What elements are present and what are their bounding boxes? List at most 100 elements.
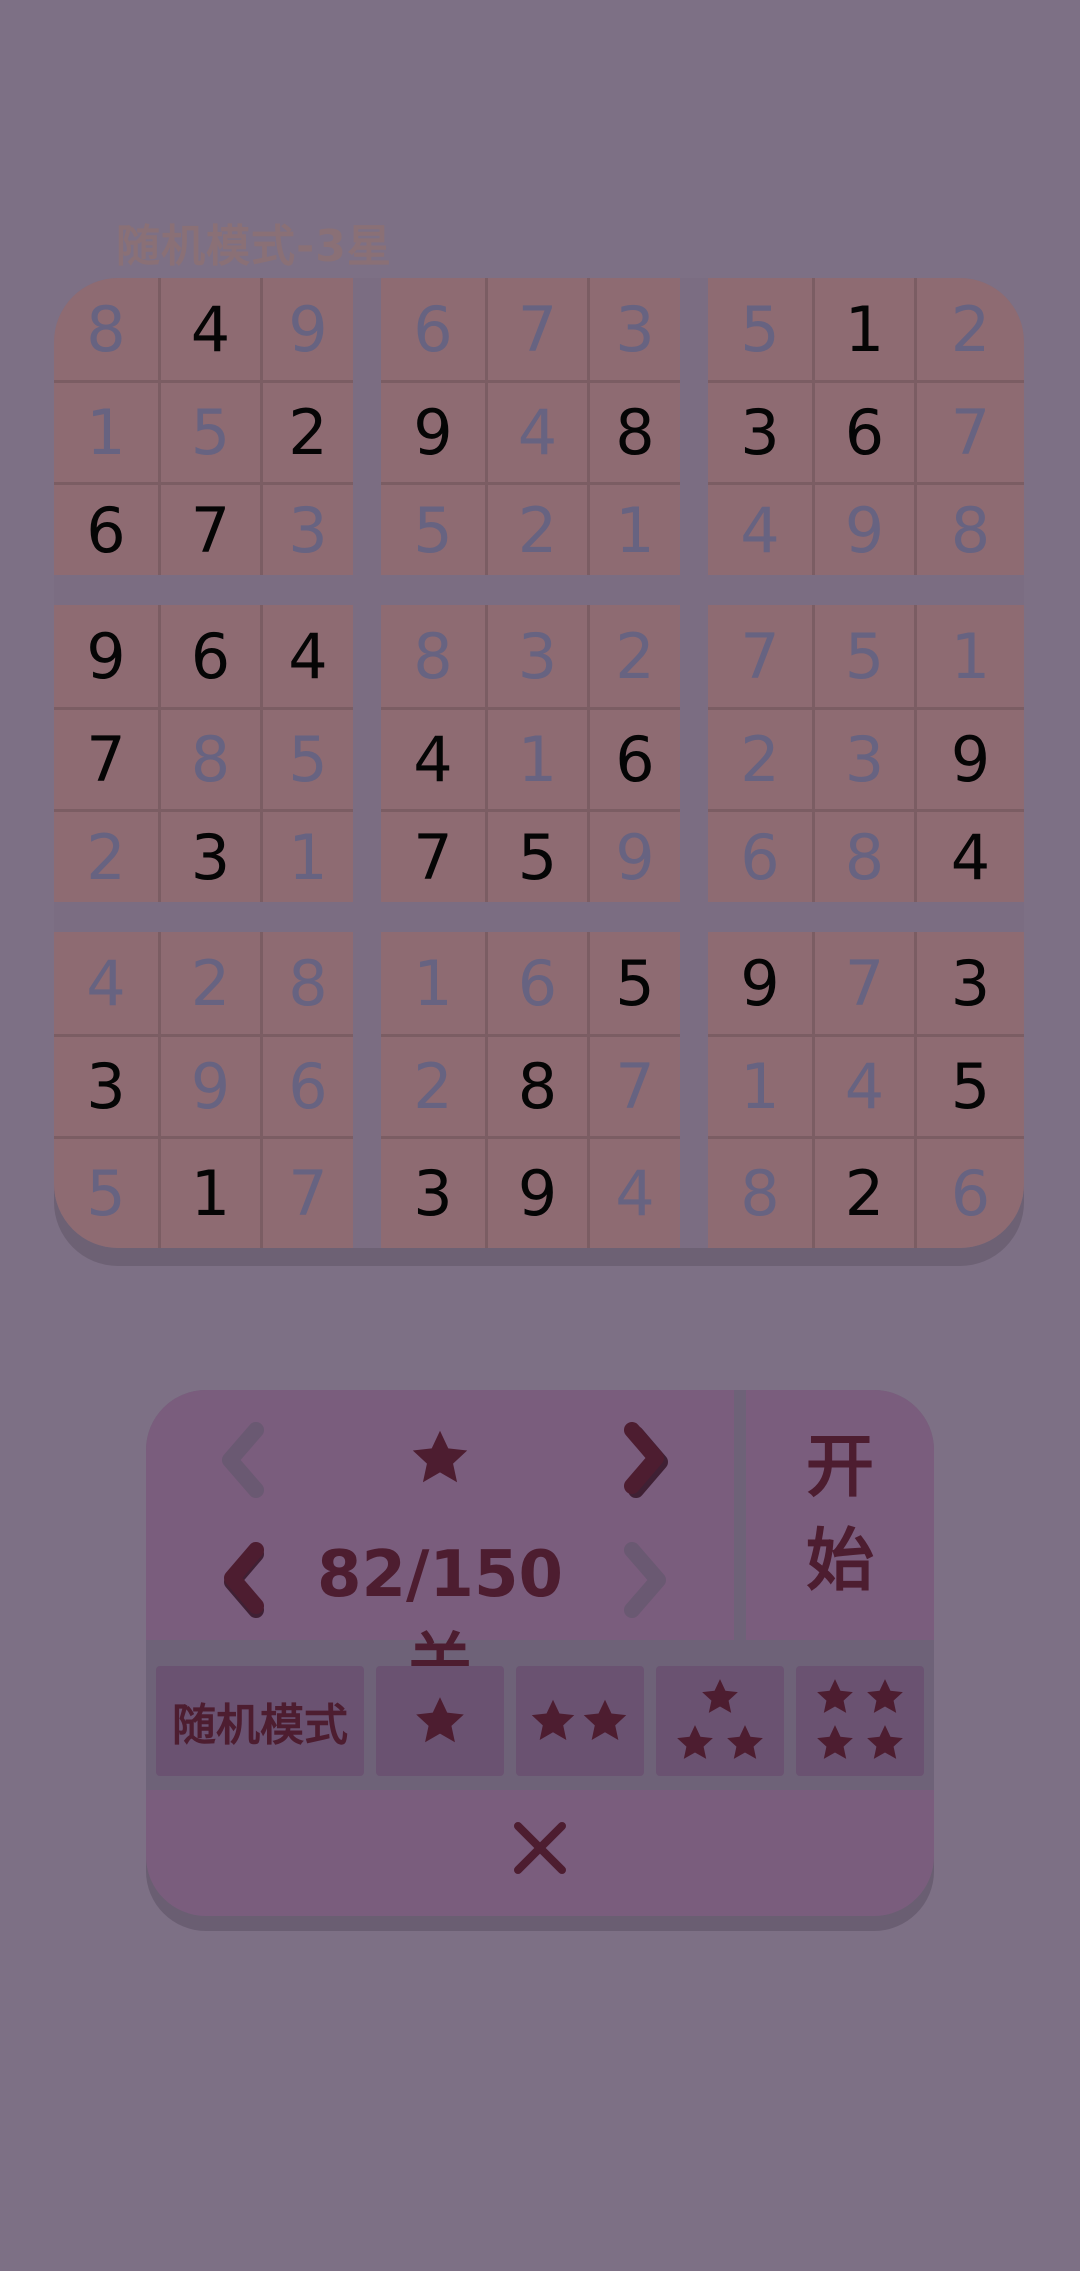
- level-next-arrow-icon[interactable]: [614, 1540, 674, 1620]
- sudoku-cell[interactable]: 2: [54, 812, 161, 902]
- mode-button-4[interactable]: [796, 1666, 924, 1776]
- sudoku-cell[interactable]: 2: [488, 485, 590, 575]
- sudoku-cell[interactable]: 3: [590, 278, 680, 383]
- close-button[interactable]: [146, 1790, 934, 1916]
- sudoku-cell[interactable]: 8: [263, 932, 353, 1037]
- sudoku-cell[interactable]: 4: [263, 605, 353, 710]
- sudoku-cell[interactable]: 9: [590, 812, 680, 902]
- sudoku-cell[interactable]: 6: [708, 812, 815, 902]
- sudoku-cell[interactable]: 5: [708, 278, 815, 383]
- sudoku-cell[interactable]: 7: [161, 485, 263, 575]
- sudoku-cell[interactable]: 3: [54, 1037, 161, 1139]
- sudoku-cell[interactable]: 2: [708, 710, 815, 812]
- sudoku-cell[interactable]: 8: [815, 812, 917, 902]
- sudoku-cell[interactable]: 7: [917, 383, 1024, 485]
- mode-button-1[interactable]: [376, 1666, 504, 1776]
- sudoku-cell[interactable]: 7: [488, 278, 590, 383]
- sudoku-cell[interactable]: 1: [161, 1139, 263, 1248]
- sudoku-cell[interactable]: 1: [708, 1037, 815, 1139]
- mode-button-2[interactable]: [516, 1666, 644, 1776]
- sudoku-cell[interactable]: 8: [590, 383, 680, 485]
- sudoku-cell[interactable]: 5: [815, 605, 917, 710]
- sudoku-cell[interactable]: 8: [708, 1139, 815, 1248]
- star-icon: [531, 1699, 575, 1740]
- sudoku-cell[interactable]: 6: [917, 1139, 1024, 1248]
- sudoku-cell[interactable]: 7: [708, 605, 815, 710]
- sudoku-board: 8496735121529483676735214989648327517854…: [54, 278, 1024, 1248]
- start-button[interactable]: 开 始: [746, 1390, 934, 1640]
- sudoku-cell[interactable]: 6: [263, 1037, 353, 1139]
- sudoku-cell[interactable]: 2: [263, 383, 353, 485]
- star-icon: [583, 1699, 627, 1740]
- sudoku-cell[interactable]: 5: [590, 932, 680, 1037]
- difficulty-star-icon: [408, 1426, 472, 1490]
- sudoku-cell[interactable]: 1: [381, 932, 488, 1037]
- sudoku-cell[interactable]: 5: [263, 710, 353, 812]
- sudoku-cell[interactable]: 6: [815, 383, 917, 485]
- sudoku-cell[interactable]: 3: [381, 1139, 488, 1248]
- sudoku-cell[interactable]: 1: [54, 383, 161, 485]
- sudoku-cell[interactable]: 4: [815, 1037, 917, 1139]
- sudoku-cell[interactable]: 7: [54, 710, 161, 812]
- sudoku-cell[interactable]: 5: [161, 383, 263, 485]
- sudoku-cell[interactable]: 6: [54, 485, 161, 575]
- sudoku-cell[interactable]: 9: [917, 710, 1024, 812]
- level-prev-arrow-icon[interactable]: [214, 1540, 274, 1620]
- sudoku-cell[interactable]: 1: [590, 485, 680, 575]
- sudoku-cell[interactable]: 4: [161, 278, 263, 383]
- sudoku-cell[interactable]: 2: [161, 932, 263, 1037]
- sudoku-cell[interactable]: 3: [708, 383, 815, 485]
- difficulty-prev-arrow-icon[interactable]: [214, 1420, 274, 1500]
- sudoku-cell[interactable]: 9: [381, 383, 488, 485]
- sudoku-cell[interactable]: 1: [488, 710, 590, 812]
- mode-button-0[interactable]: 随机模式: [156, 1666, 364, 1776]
- sudoku-cell[interactable]: 5: [488, 812, 590, 902]
- sudoku-cell[interactable]: 2: [917, 278, 1024, 383]
- sudoku-cell[interactable]: 6: [381, 278, 488, 383]
- sudoku-cell[interactable]: 3: [815, 710, 917, 812]
- mode-button-3[interactable]: [656, 1666, 784, 1776]
- sudoku-cell[interactable]: 9: [815, 485, 917, 575]
- sudoku-cell[interactable]: 8: [917, 485, 1024, 575]
- sudoku-cell[interactable]: 7: [263, 1139, 353, 1248]
- sudoku-cell[interactable]: 8: [54, 278, 161, 383]
- sudoku-cell[interactable]: 1: [917, 605, 1024, 710]
- sudoku-cell[interactable]: 9: [54, 605, 161, 710]
- sudoku-cell[interactable]: 1: [815, 278, 917, 383]
- sudoku-cell[interactable]: 9: [708, 932, 815, 1037]
- sudoku-cell[interactable]: 4: [381, 710, 488, 812]
- sudoku-cell[interactable]: 7: [590, 1037, 680, 1139]
- sudoku-cell[interactable]: 4: [917, 812, 1024, 902]
- sudoku-cell[interactable]: 9: [161, 1037, 263, 1139]
- sudoku-cell[interactable]: 1: [263, 812, 353, 902]
- star-icon: [817, 1679, 853, 1713]
- sudoku-cell[interactable]: 6: [161, 605, 263, 710]
- sudoku-cell[interactable]: 9: [263, 278, 353, 383]
- sudoku-cell[interactable]: 2: [590, 605, 680, 710]
- sudoku-cell[interactable]: 4: [590, 1139, 680, 1248]
- sudoku-cell[interactable]: 3: [263, 485, 353, 575]
- sudoku-cell[interactable]: 8: [381, 605, 488, 710]
- sudoku-cell[interactable]: 5: [381, 485, 488, 575]
- star-icon: [867, 1679, 903, 1713]
- sudoku-cell[interactable]: 5: [917, 1037, 1024, 1139]
- sudoku-cell[interactable]: 4: [54, 932, 161, 1037]
- sudoku-cell[interactable]: 3: [917, 932, 1024, 1037]
- sudoku-cell[interactable]: 6: [590, 710, 680, 812]
- sudoku-cell[interactable]: 9: [488, 1139, 590, 1248]
- sudoku-cell[interactable]: 4: [488, 383, 590, 485]
- sudoku-cell[interactable]: 2: [381, 1037, 488, 1139]
- sudoku-cell[interactable]: 4: [708, 485, 815, 575]
- sudoku-cell[interactable]: 3: [161, 812, 263, 902]
- sudoku-cell[interactable]: 7: [815, 932, 917, 1037]
- difficulty-next-arrow-icon[interactable]: [614, 1420, 674, 1500]
- sudoku-cell[interactable]: 8: [161, 710, 263, 812]
- sudoku-cell[interactable]: 8: [488, 1037, 590, 1139]
- sudoku-cell[interactable]: 2: [815, 1139, 917, 1248]
- sudoku-cell[interactable]: 6: [488, 932, 590, 1037]
- sudoku-cell[interactable]: 7: [381, 812, 488, 902]
- star-icon: [416, 1697, 464, 1743]
- sudoku-cell[interactable]: 5: [54, 1139, 161, 1248]
- sudoku-cell[interactable]: 3: [488, 605, 590, 710]
- star-icon: [867, 1725, 903, 1759]
